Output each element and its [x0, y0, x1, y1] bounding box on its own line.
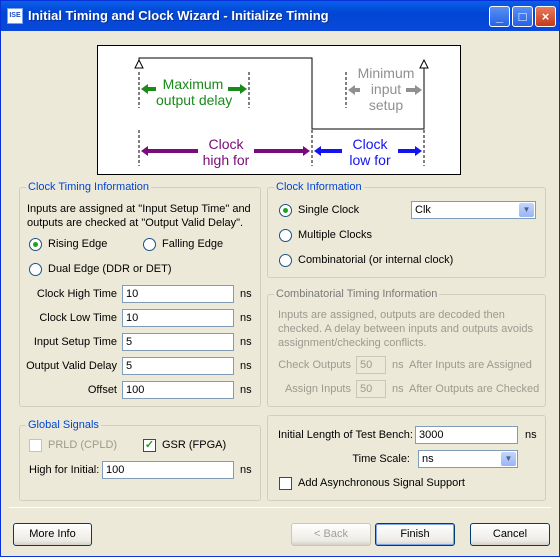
- testbench-length-unit: ns: [525, 429, 537, 441]
- single-clock-radio[interactable]: [279, 204, 292, 217]
- chevron-down-icon[interactable]: ▼: [501, 452, 516, 466]
- async-signal-checkbox[interactable]: [279, 477, 292, 490]
- testbench-group: Initial Length of Test Bench: 3000 ns Ti…: [267, 415, 546, 501]
- check-outputs-after: After Inputs are Assigned: [409, 359, 532, 371]
- app-icon: ISE: [7, 8, 23, 24]
- finish-button[interactable]: Finish: [375, 523, 455, 546]
- dual-edge-label[interactable]: Dual Edge (DDR or DET): [48, 263, 171, 275]
- max-output-delay-label: Maximum output delay: [156, 76, 233, 108]
- maximize-button[interactable]: □: [512, 6, 533, 27]
- high-for-initial-input[interactable]: 100: [102, 461, 234, 479]
- close-button[interactable]: ×: [535, 6, 556, 27]
- check-outputs-input[interactable]: 50: [356, 356, 386, 374]
- rising-edge-arrow-right: [419, 58, 429, 69]
- high-for-initial-label: High for Initial:: [29, 464, 100, 476]
- offset-input[interactable]: 100: [122, 381, 234, 399]
- testbench-length-input[interactable]: 3000: [415, 426, 518, 444]
- async-signal-label[interactable]: Add Asynchronous Signal Support: [298, 477, 465, 489]
- check-outputs-label: Check Outputs: [278, 359, 351, 371]
- button-separator: [9, 507, 551, 508]
- clock-high-time-label: Clock High Time: [36, 288, 117, 300]
- clock-info-legend: Clock Information: [274, 181, 364, 193]
- clock-high-arrowhead: [141, 146, 148, 156]
- clock-high-time-input[interactable]: 10: [122, 285, 234, 303]
- comb-timing-legend: Combinatorial Timing Information: [274, 288, 440, 300]
- clock-select-value: Clk: [415, 204, 431, 216]
- single-clock-label[interactable]: Single Clock: [298, 204, 359, 216]
- clock-timing-description-2: outputs are checked at "Output Valid Del…: [27, 217, 244, 229]
- time-scale-select[interactable]: ns ▼: [418, 450, 518, 468]
- clock-timing-description-1: Inputs are assigned at "Input Setup Time…: [27, 203, 251, 215]
- assign-inputs-unit: ns: [392, 383, 404, 395]
- minimize-button[interactable]: _: [489, 6, 510, 27]
- clock-low-time-label: Clock Low Time: [39, 312, 117, 324]
- more-info-button[interactable]: More Info: [13, 523, 92, 546]
- comb-timing-group: Combinatorial Timing Information Inputs …: [267, 288, 546, 407]
- prld-checkbox[interactable]: [29, 439, 42, 452]
- clock-timing-group: Clock Timing Information Inputs are assi…: [19, 181, 261, 407]
- combinatorial-radio[interactable]: [279, 254, 292, 267]
- clock-select[interactable]: Clk ▼: [411, 201, 536, 219]
- clock-high-arrowhead: [303, 146, 310, 156]
- check-outputs-unit: ns: [392, 359, 404, 371]
- clock-info-group: Clock Information Single Clock Clk ▼ Mul…: [267, 181, 546, 278]
- window-title: Initial Timing and Clock Wizard - Initia…: [28, 8, 329, 23]
- testbench-length-label: Initial Length of Test Bench:: [278, 429, 413, 441]
- rising-edge-arrow-left: [134, 58, 144, 69]
- input-setup-time-input[interactable]: 5: [122, 333, 234, 351]
- input-setup-time-unit: ns: [240, 336, 252, 348]
- chevron-down-icon[interactable]: ▼: [519, 203, 534, 217]
- clock-timing-legend: Clock Timing Information: [26, 181, 152, 193]
- combinatorial-label[interactable]: Combinatorial (or internal clock): [298, 254, 453, 266]
- comb-description-1: Inputs are assigned, outputs are decoded…: [278, 309, 505, 321]
- multiple-clocks-label[interactable]: Multiple Clocks: [298, 229, 372, 241]
- prld-label[interactable]: PRLD (CPLD): [48, 439, 117, 451]
- gsr-checkbox[interactable]: ✓: [143, 439, 156, 452]
- time-scale-label: Time Scale:: [352, 453, 410, 465]
- rising-edge-label[interactable]: Rising Edge: [48, 238, 107, 250]
- assign-inputs-label: Assign Inputs: [284, 383, 351, 395]
- comb-description-3: assignment/checking conflicts.: [278, 337, 427, 349]
- clock-low-time-input[interactable]: 10: [122, 309, 234, 327]
- wizard-window: ISE Initial Timing and Clock Wizard - In…: [0, 0, 560, 557]
- input-setup-time-label: Input Setup Time: [33, 336, 117, 348]
- output-valid-delay-label: Output Valid Delay: [26, 360, 117, 372]
- multiple-clocks-radio[interactable]: [279, 229, 292, 242]
- rising-edge-radio[interactable]: [29, 238, 42, 251]
- clock-low-arrowhead: [415, 146, 422, 156]
- falling-edge-radio[interactable]: [143, 238, 156, 251]
- clock-low-arrowhead: [314, 146, 321, 156]
- max-output-arrowhead: [240, 84, 247, 94]
- global-signals-legend: Global Signals: [26, 419, 101, 431]
- output-valid-delay-unit: ns: [240, 360, 252, 372]
- cancel-button[interactable]: Cancel: [470, 523, 550, 546]
- gsr-label[interactable]: GSR (FPGA): [162, 439, 226, 451]
- global-signals-group: Global Signals PRLD (CPLD) ✓ GSR (FPGA) …: [19, 419, 261, 501]
- assign-inputs-after: After Outputs are Checked: [409, 383, 540, 395]
- output-valid-delay-input[interactable]: 5: [122, 357, 234, 375]
- max-output-arrowhead: [141, 84, 148, 94]
- title-bar[interactable]: ISE Initial Timing and Clock Wizard - In…: [1, 1, 559, 31]
- clock-low-label: Clock low for: [349, 136, 391, 168]
- assign-inputs-input[interactable]: 50: [356, 380, 386, 398]
- timing-diagram: Maximum output delay Minimum input setup Cl…: [97, 45, 461, 175]
- min-input-setup-label: Minimum input setup: [357, 65, 415, 113]
- clock-high-label: Clock high for: [202, 136, 250, 168]
- high-for-initial-unit: ns: [240, 464, 252, 476]
- back-button[interactable]: < Back: [291, 523, 371, 546]
- clock-low-time-unit: ns: [240, 312, 252, 324]
- offset-label: Offset: [87, 384, 117, 396]
- clock-high-time-unit: ns: [240, 288, 252, 300]
- falling-edge-label[interactable]: Falling Edge: [162, 238, 223, 250]
- dual-edge-radio[interactable]: [29, 263, 42, 276]
- time-scale-value: ns: [422, 453, 434, 465]
- offset-unit: ns: [240, 384, 252, 396]
- comb-description-2: checked. A delay between inputs and outp…: [278, 323, 534, 335]
